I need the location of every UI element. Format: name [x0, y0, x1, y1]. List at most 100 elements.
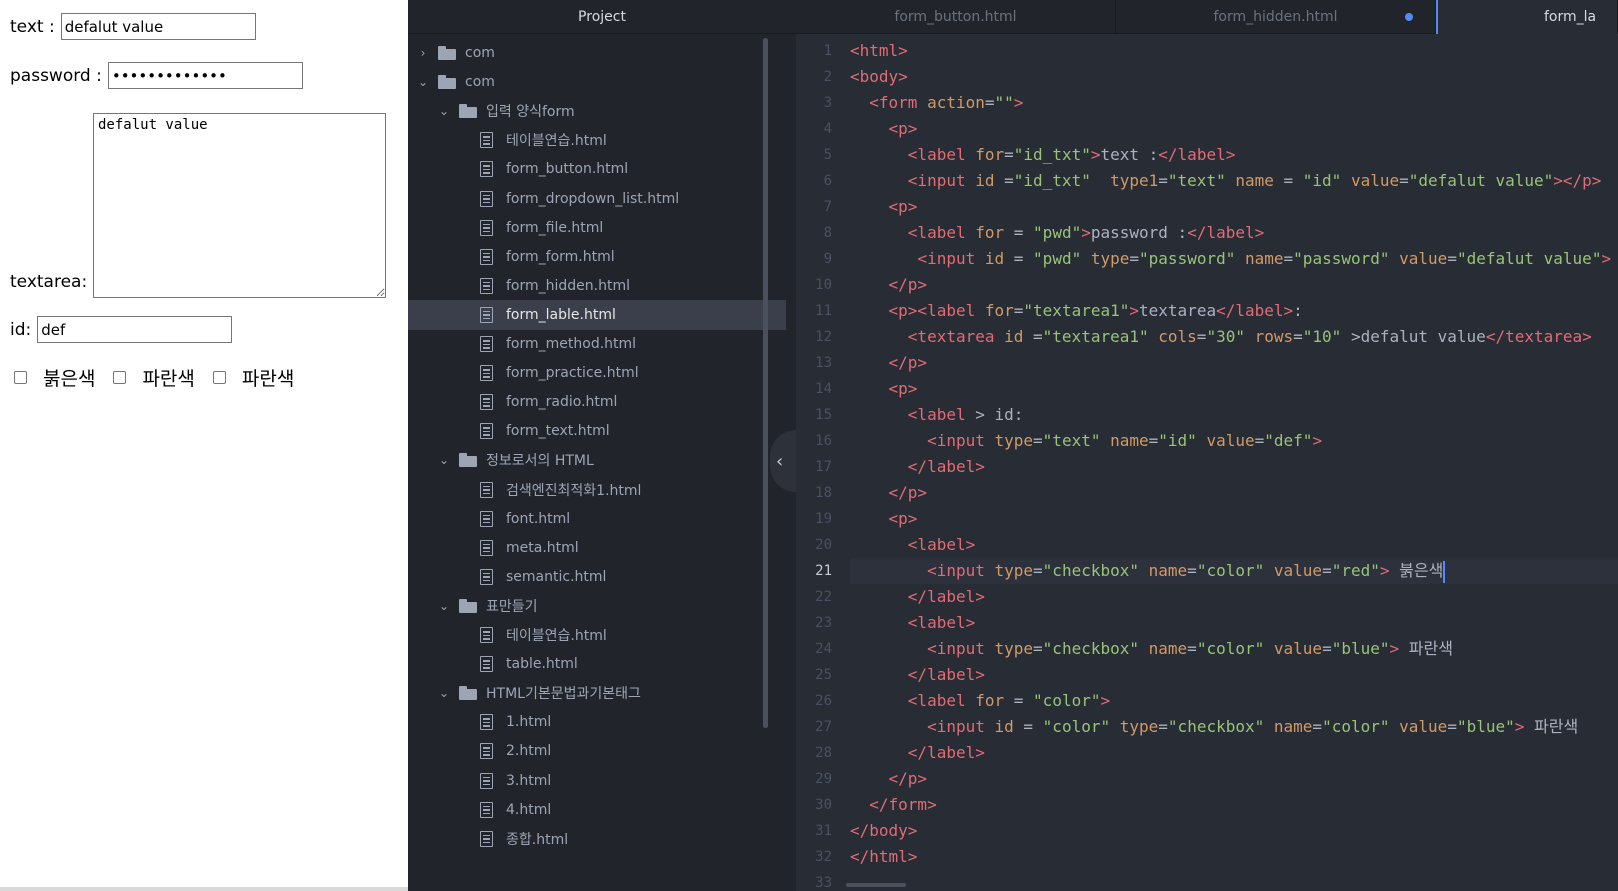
tree-file[interactable]: 테이블연습.html — [408, 125, 786, 155]
code-line[interactable]: </form> — [850, 792, 1618, 818]
tree-file[interactable]: 2.html — [408, 736, 786, 766]
checkbox-blue-1[interactable]: 파란색 — [113, 364, 195, 391]
code-line[interactable]: <label> — [850, 610, 1618, 636]
code-line[interactable]: <input type="checkbox" name="color" valu… — [850, 636, 1618, 662]
code-token: = — [1312, 717, 1323, 736]
code-line[interactable]: </p> — [850, 480, 1618, 506]
code-token: "text" — [1167, 171, 1226, 190]
tree-file[interactable]: meta.html — [408, 533, 786, 563]
code-line[interactable]: <label > id: — [850, 402, 1618, 428]
text-input[interactable] — [60, 13, 256, 40]
checkbox-box[interactable] — [212, 371, 226, 384]
code-line[interactable]: <html> — [850, 38, 1618, 64]
chevron-right-icon[interactable]: › — [416, 46, 430, 60]
code-area[interactable]: <html> <body> <form action=""> <p> <label… — [850, 38, 1618, 891]
code-token: = — [1447, 717, 1457, 736]
tree-folder[interactable]: ⌄ 정보로서의 HTML — [408, 445, 786, 475]
tree-file[interactable]: form_dropdown_list.html — [408, 184, 786, 214]
textarea-input[interactable]: defalut value — [93, 113, 386, 298]
tree-file[interactable]: 3.html — [408, 766, 786, 796]
chevron-down-icon[interactable]: ⌄ — [437, 453, 451, 467]
checkbox-blue-2[interactable]: 파란색 — [212, 364, 294, 391]
tree-file[interactable]: form_practice.html — [408, 358, 786, 388]
code-line[interactable]: </p> — [850, 350, 1618, 376]
tree-file[interactable]: 테이블연습.html — [408, 620, 786, 650]
code-line[interactable]: </label> — [850, 740, 1618, 766]
tab-form-lable[interactable]: form_la — [1436, 0, 1618, 34]
tree-file[interactable]: 1.html — [408, 707, 786, 737]
password-label: password : — [10, 65, 102, 86]
code-line[interactable]: <label for = "pwd">password :</label> — [850, 220, 1618, 246]
tab-form-hidden[interactable]: form_hidden.html — [1116, 0, 1436, 34]
checkbox-red[interactable]: 붉은색 — [14, 364, 95, 391]
code-token: "textarea1" — [1023, 301, 1130, 320]
tree-file[interactable]: form_form.html — [408, 242, 786, 272]
code-line[interactable]: <body> — [850, 64, 1618, 90]
chevron-down-icon[interactable]: ⌄ — [416, 75, 430, 89]
checkbox-box[interactable] — [113, 371, 127, 384]
chevron-down-icon[interactable]: ⌄ — [437, 686, 451, 700]
code-line[interactable] — [850, 870, 1618, 891]
code-line[interactable]: <form action=""> — [850, 90, 1618, 116]
tree-file[interactable]: 4.html — [408, 795, 786, 825]
tree-file[interactable]: 종합.html — [408, 824, 786, 854]
code-line[interactable]: <label for = "color"> — [850, 688, 1618, 714]
code-line[interactable]: </label> — [850, 584, 1618, 610]
code-token: = — [1129, 249, 1140, 268]
code-line[interactable]: <input type="text" name="id" value="def"… — [850, 428, 1618, 454]
tree-file[interactable]: form_radio.html — [408, 387, 786, 417]
code-line[interactable]: <p> — [850, 116, 1618, 142]
code-token: type — [1119, 717, 1159, 736]
code-line[interactable]: <input id = "color" type="checkbox" name… — [850, 714, 1618, 740]
tab-form-button[interactable]: form_button.html — [796, 0, 1116, 34]
tree-file[interactable]: form_button.html — [408, 154, 786, 184]
checkbox-box[interactable] — [14, 371, 27, 384]
code-line[interactable]: <p> — [850, 506, 1618, 532]
tree-file[interactable]: form_file.html — [408, 213, 786, 243]
tree-file[interactable]: form_hidden.html — [408, 271, 786, 301]
code-line[interactable]: </body> — [850, 818, 1618, 844]
code-line[interactable]: <label> — [850, 532, 1618, 558]
tree-scrollbar[interactable] — [763, 38, 768, 728]
code-line[interactable]: </label> — [850, 662, 1618, 688]
code-line[interactable]: <p><label for="textarea1">textarea</labe… — [850, 298, 1618, 324]
code-line[interactable]: <p> — [850, 376, 1618, 402]
tree-file[interactable]: semantic.html — [408, 562, 786, 592]
code-token: name — [1148, 639, 1188, 658]
tree-folder[interactable]: › com — [408, 38, 786, 68]
code-token: id — [975, 171, 995, 190]
tree-folder[interactable]: ⌄ HTML기본문법과기본태그 — [408, 678, 786, 708]
code-line[interactable]: </label> — [850, 454, 1618, 480]
tree-file[interactable]: form_text.html — [408, 416, 786, 446]
code-token: value — [1350, 171, 1400, 190]
code-line[interactable]: </p> — [850, 766, 1618, 792]
code-line[interactable]: <input id ="id_txt" type1="text" name = … — [850, 168, 1618, 194]
code-line[interactable]: <label for="id_txt">text :</label> — [850, 142, 1618, 168]
tree-file[interactable]: font.html — [408, 504, 786, 534]
code-line[interactable]: </html> — [850, 844, 1618, 870]
tree-file[interactable]: form_method.html — [408, 329, 786, 359]
chevron-down-icon[interactable]: ⌄ — [437, 104, 451, 118]
tree-folder[interactable]: ⌄ 입력 양식form — [408, 96, 786, 126]
horizontal-scrollbar[interactable] — [846, 883, 906, 887]
id-input[interactable] — [37, 316, 233, 343]
code-token: action — [927, 93, 985, 112]
code-line[interactable]: </p> — [850, 272, 1618, 298]
tree-file[interactable]: table.html — [408, 649, 786, 679]
code-line[interactable]: <input type="checkbox" name="color" valu… — [850, 558, 1618, 584]
code-token: = — [1196, 327, 1207, 346]
tree-file[interactable]: form_lable.html — [408, 299, 786, 330]
tree-folder[interactable]: ⌄ 표만들기 — [408, 591, 786, 621]
code-line[interactable]: <p> — [850, 194, 1618, 220]
code-line[interactable]: <input id = "pwd" type="password" name="… — [850, 246, 1618, 272]
tree-folder[interactable]: ⌄ com — [408, 67, 786, 97]
chevron-down-icon[interactable]: ⌄ — [437, 599, 451, 613]
code-line[interactable]: <textarea id ="textarea1" cols="30" rows… — [850, 324, 1618, 350]
password-input[interactable] — [107, 62, 303, 89]
code-token: "id_txt" — [1013, 145, 1091, 164]
code-token: "id" — [1158, 431, 1197, 450]
tree-file[interactable]: 검색엔진최적화1.html — [408, 475, 786, 505]
